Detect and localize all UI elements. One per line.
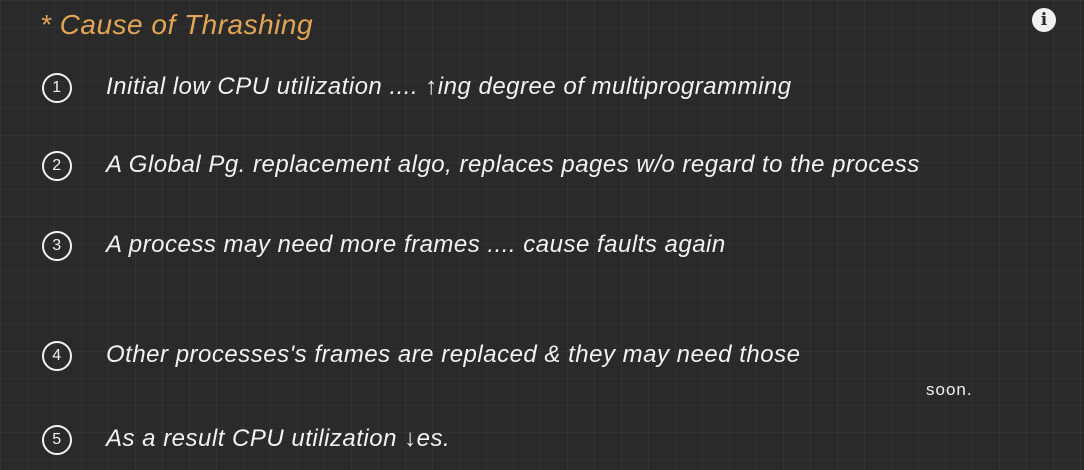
- number-badge: 2: [42, 150, 72, 181]
- item-text: A Global Pg. replacement algo, replaces …: [106, 151, 920, 178]
- item-text: Initial low CPU utilization .... ↑ing de…: [106, 73, 792, 100]
- page-title: * Cause of Thrashing: [40, 9, 314, 40]
- list-item: 3 A process may need more frames .... cau…: [42, 230, 1068, 261]
- list-item: 4 Other processes's frames are replaced &…: [42, 340, 1068, 371]
- info-icon[interactable]: i: [1032, 8, 1056, 32]
- number-badge: 4: [42, 340, 72, 371]
- item-text: As a result CPU utilization ↓es.: [106, 425, 451, 452]
- item-text: Other processes's frames are replaced & …: [106, 341, 801, 368]
- list-item: 2 A Global Pg. replacement algo, replaces…: [42, 150, 1068, 181]
- number-badge: 1: [42, 72, 72, 103]
- list-item: 1 Initial low CPU utilization .... ↑ing d…: [42, 72, 1068, 103]
- item-continuation: soon.: [926, 380, 973, 399]
- list-item: 5 As a result CPU utilization ↓es.: [42, 424, 1068, 455]
- item-text: A process may need more frames .... caus…: [106, 231, 726, 258]
- number-badge: 3: [42, 230, 72, 261]
- number-badge: 5: [42, 424, 72, 455]
